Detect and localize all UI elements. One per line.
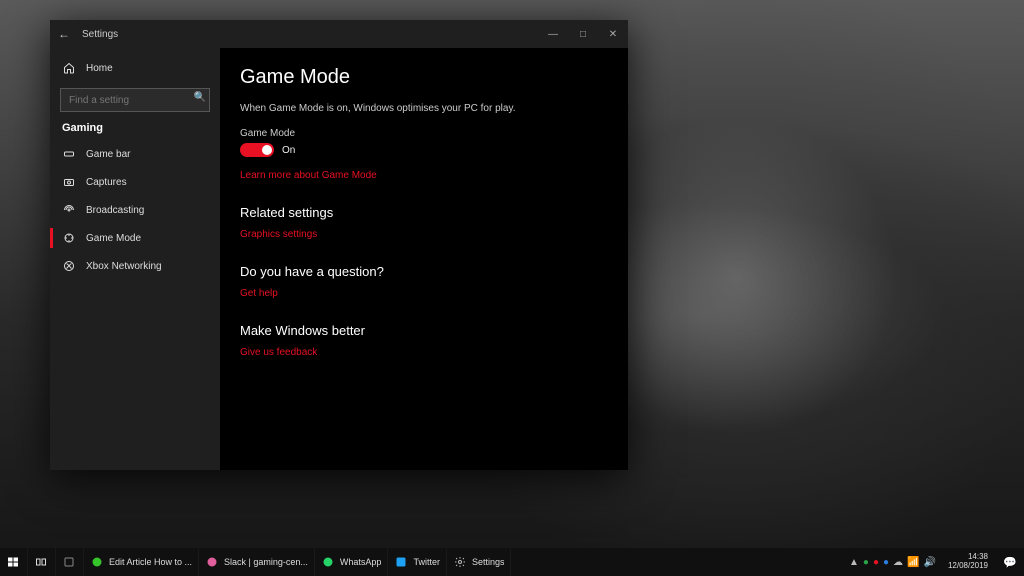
sidebar: Home 🔍 Gaming Game bar Captures	[50, 48, 220, 470]
related-settings-heading: Related settings	[240, 205, 608, 220]
toggle-state: On	[282, 145, 295, 156]
tray-volume-icon[interactable]: 🔊	[924, 557, 936, 568]
captures-icon	[62, 175, 76, 189]
generic-icon	[62, 555, 76, 569]
game-mode-toggle[interactable]	[240, 143, 274, 157]
taskbar-app-slack[interactable]: Slack | gaming-cen...	[199, 548, 315, 576]
app-icon	[321, 555, 335, 569]
system-tray[interactable]: ▲ ● ● ● ☁ 📶 🔊	[849, 557, 936, 568]
xbox-icon	[62, 259, 76, 273]
close-button[interactable]: ✕	[598, 29, 628, 40]
taskbar-app-label: Twitter	[413, 557, 440, 567]
tray-icon[interactable]: ●	[873, 557, 879, 568]
taskbar-app-whatsapp[interactable]: WhatsApp	[315, 548, 389, 576]
question-heading: Do you have a question?	[240, 264, 608, 279]
broadcasting-icon	[62, 203, 76, 217]
tray-icon[interactable]: ●	[883, 557, 889, 568]
make-better-heading: Make Windows better	[240, 323, 608, 338]
app-icon	[394, 555, 408, 569]
sidebar-item-xbox-networking[interactable]: Xbox Networking	[50, 252, 220, 280]
action-center-button[interactable]: 💬	[1000, 556, 1020, 569]
taskbar-app-twitter[interactable]: Twitter	[388, 548, 447, 576]
feedback-link[interactable]: Give us feedback	[240, 347, 317, 358]
sidebar-item-label: Captures	[86, 177, 127, 188]
learn-more-link[interactable]: Learn more about Game Mode	[240, 170, 377, 181]
sidebar-home[interactable]: Home	[50, 54, 220, 82]
sidebar-item-captures[interactable]: Captures	[50, 168, 220, 196]
sidebar-item-label: Game bar	[86, 149, 130, 160]
sidebar-item-label: Broadcasting	[86, 205, 144, 216]
get-help-link[interactable]: Get help	[240, 288, 278, 299]
content-pane: Game Mode When Game Mode is on, Windows …	[220, 48, 628, 470]
gear-icon	[453, 555, 467, 569]
taskbar-clock[interactable]: 14:38 12/08/2019	[942, 553, 994, 571]
search-input[interactable]	[60, 88, 210, 112]
tray-network-icon[interactable]: 📶	[907, 557, 919, 568]
taskbar-app-label: WhatsApp	[340, 557, 382, 567]
app-icon	[205, 555, 219, 569]
window-title: Settings	[78, 29, 118, 40]
taskbar-app-settings[interactable]: Settings	[447, 548, 512, 576]
sidebar-item-broadcasting[interactable]: Broadcasting	[50, 196, 220, 224]
settings-window: ← Settings ― □ ✕ Home 🔍 Gaming Gam	[50, 20, 628, 470]
tray-chevron-icon[interactable]: ▲	[849, 557, 859, 568]
minimize-button[interactable]: ―	[538, 29, 568, 40]
sidebar-item-game-bar[interactable]: Game bar	[50, 140, 220, 168]
page-description: When Game Mode is on, Windows optimises …	[240, 103, 608, 114]
tray-cloud-icon[interactable]: ☁	[893, 557, 903, 568]
page-heading: Game Mode	[240, 66, 608, 89]
graphics-settings-link[interactable]: Graphics settings	[240, 229, 317, 240]
taskview-icon	[34, 555, 48, 569]
task-view-button[interactable]	[28, 548, 56, 576]
home-icon	[62, 61, 76, 75]
toggle-label: Game Mode	[240, 128, 608, 139]
sidebar-item-label: Game Mode	[86, 233, 141, 244]
taskbar-pinned-icon[interactable]	[56, 548, 84, 576]
taskbar-app-label: Slack | gaming-cen...	[224, 557, 308, 567]
back-button[interactable]: ←	[50, 27, 78, 41]
sidebar-section-label: Gaming	[50, 122, 220, 140]
toggle-knob	[262, 145, 272, 155]
gamebar-icon	[62, 147, 76, 161]
clock-date: 12/08/2019	[948, 562, 988, 571]
taskbar-app-label: Edit Article How to ...	[109, 557, 192, 567]
taskbar-app-label: Settings	[472, 557, 505, 567]
windows-icon	[6, 555, 20, 569]
tray-icon[interactable]: ●	[863, 557, 869, 568]
app-icon	[90, 555, 104, 569]
sidebar-home-label: Home	[86, 63, 113, 74]
sidebar-item-game-mode[interactable]: Game Mode	[50, 224, 220, 252]
sidebar-item-label: Xbox Networking	[86, 261, 162, 272]
taskbar-app-edit-article[interactable]: Edit Article How to ...	[84, 548, 199, 576]
maximize-button[interactable]: □	[568, 29, 598, 40]
gamemode-icon	[62, 231, 76, 245]
taskbar: Edit Article How to ... Slack | gaming-c…	[0, 548, 1024, 576]
titlebar: ← Settings ― □ ✕	[50, 20, 628, 48]
start-button[interactable]	[0, 548, 28, 576]
